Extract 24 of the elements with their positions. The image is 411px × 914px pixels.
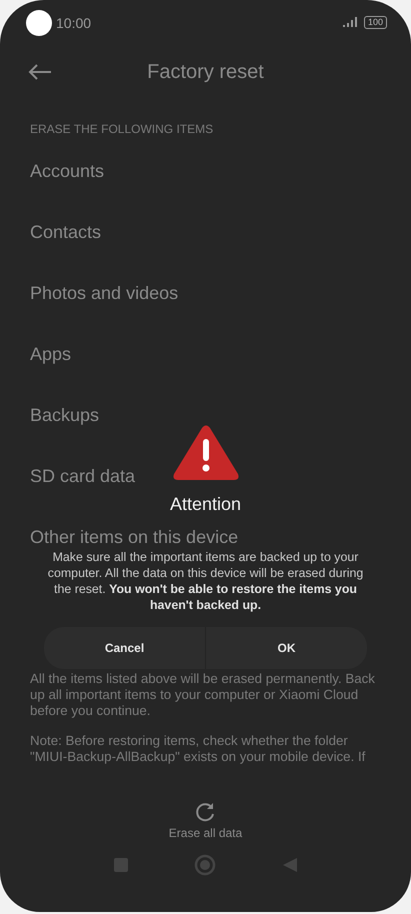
signal-icon	[342, 17, 359, 28]
camera-hole	[26, 10, 52, 36]
note-text: All the items listed above will be erased permanently. Back up all important items to your computer or Xiaomi Cloud before you continue.	[30, 671, 376, 720]
list-item: Backups	[30, 404, 100, 426]
erase-all-data-button[interactable]: Erase all data	[168, 801, 242, 840]
list-item: Accounts	[30, 160, 104, 182]
list-item: SD card data	[30, 465, 136, 488]
screen-title: Factory reset	[147, 60, 264, 84]
list-item: Contacts	[30, 221, 102, 244]
status-time: 10:00	[56, 14, 92, 31]
dialog-title: Attention	[170, 494, 242, 515]
list-item: Apps	[30, 343, 72, 366]
back-nav-icon[interactable]	[282, 857, 298, 874]
refresh-icon	[194, 801, 216, 824]
recents-icon[interactable]	[112, 857, 129, 874]
battery-level: 100	[364, 16, 387, 29]
list-item: Other items on this device	[30, 526, 238, 548]
back-button[interactable]	[26, 62, 54, 82]
dialog-message: Make sure all the important items are backed up to your computer. All the data on this device will be erased during the reset. You won't be able to restore the items you haven't backed up.	[46, 549, 364, 613]
note-text: Note: Before restoring items, check whether the folder "MIUI-Backup-AllBackup" exists on your mobile device. If	[30, 733, 366, 766]
section-header: ERASE THE FOLLOWING ITEMS	[29, 121, 214, 136]
list-item: Photos and videos	[30, 282, 178, 304]
warning-icon	[172, 424, 240, 482]
home-icon[interactable]	[194, 854, 216, 876]
